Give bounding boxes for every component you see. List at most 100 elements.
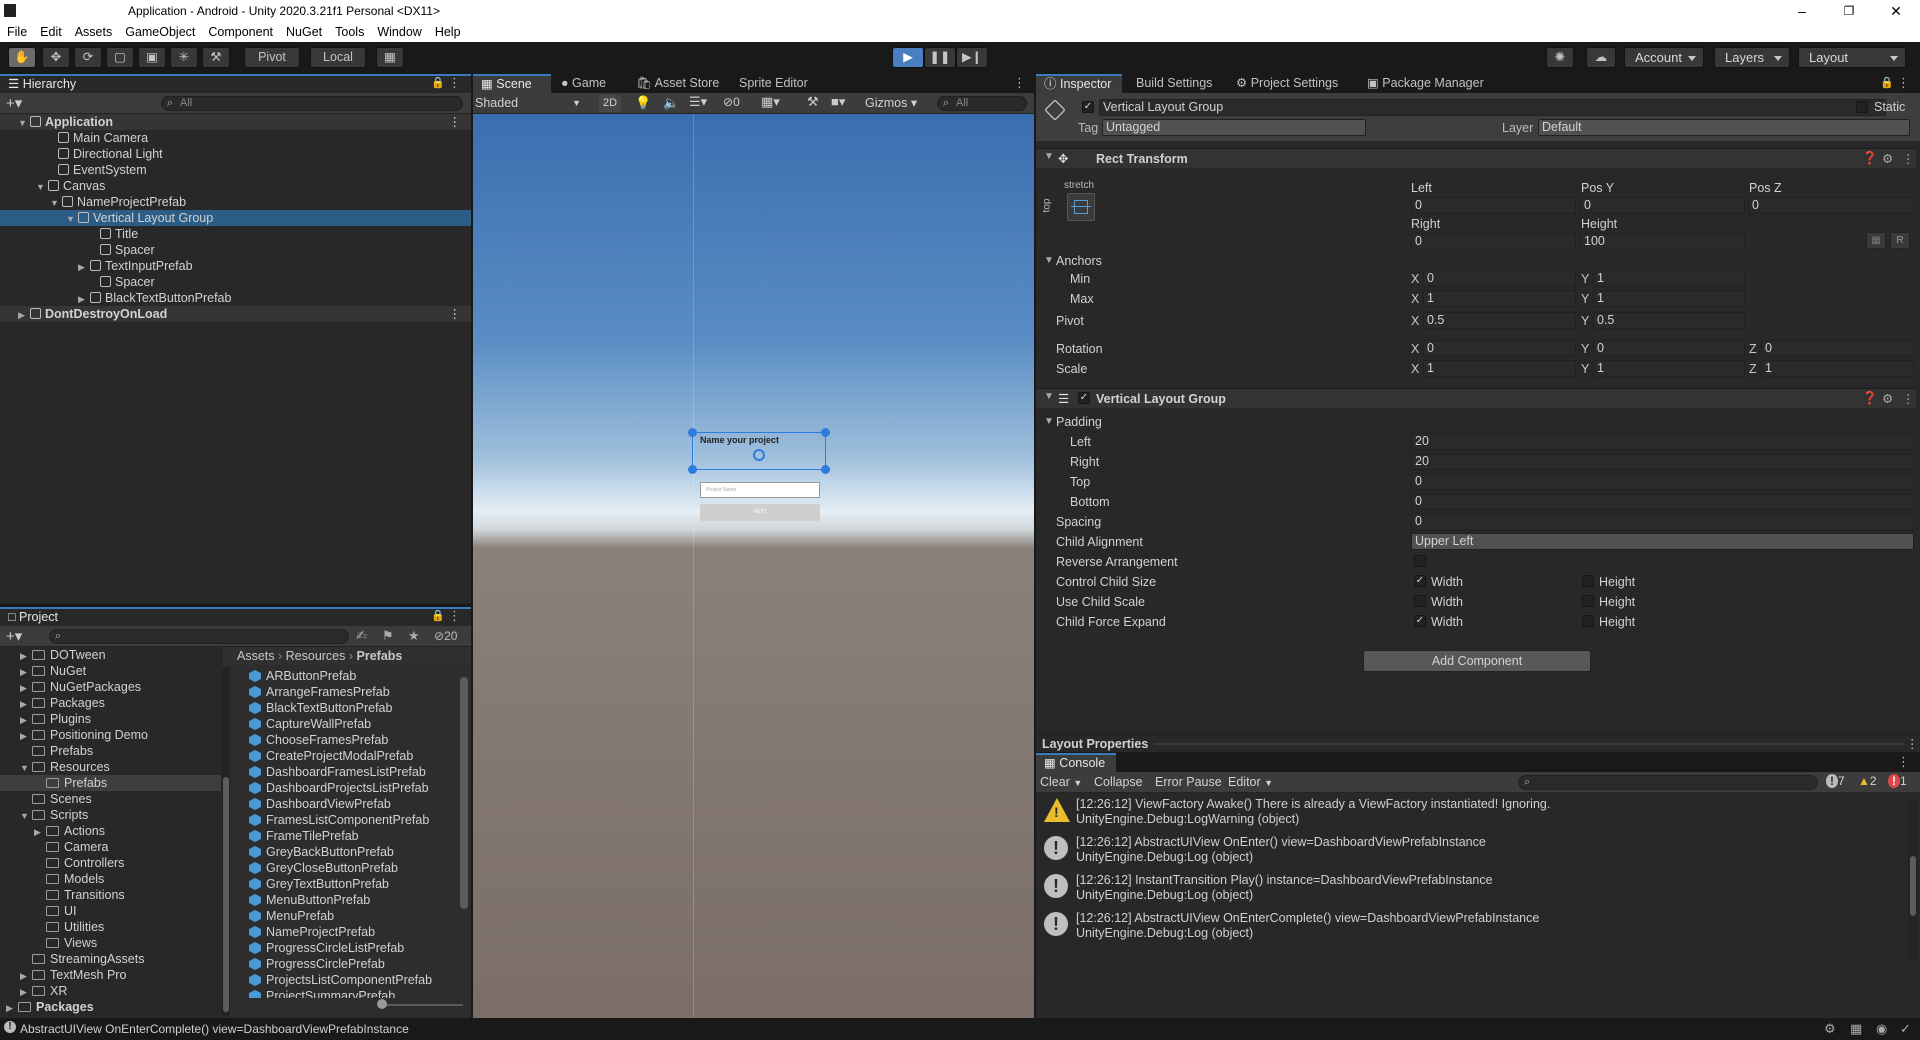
anchor-presets-button[interactable] xyxy=(1067,193,1095,221)
project-search-input[interactable] xyxy=(49,629,349,644)
vlg-enabled-checkbox[interactable]: ✓ xyxy=(1078,392,1090,404)
icon-size-slider[interactable] xyxy=(383,1004,463,1006)
padding-left-field[interactable]: 20 xyxy=(1411,433,1914,450)
expand-arrow-icon[interactable]: ▼ xyxy=(36,179,48,195)
tab-scene[interactable]: ▦ Scene xyxy=(473,74,551,93)
prefab-file-item[interactable]: DashboardViewPrefab xyxy=(249,796,391,812)
expand-arrow-icon[interactable]: ▶ xyxy=(20,696,32,712)
kebab-menu-icon[interactable]: ⋮ xyxy=(1013,75,1026,91)
prefab-file-item[interactable]: ArrangeFramesPrefab xyxy=(249,684,390,700)
prefab-file-item[interactable]: ProjectsListComponentPrefab xyxy=(249,972,432,988)
lighting-icon[interactable]: 💡 xyxy=(635,95,651,111)
pivot-x-field[interactable]: 0.5 xyxy=(1423,312,1576,329)
folder-tree-item[interactable]: ▶ DOTween xyxy=(0,647,221,663)
kebab-menu-icon[interactable]: ⋮ xyxy=(449,114,462,130)
expand-width-checkbox[interactable]: ✓ xyxy=(1414,615,1426,627)
prefab-file-item[interactable]: GreyCloseButtonPrefab xyxy=(249,860,398,876)
kebab-menu-icon[interactable]: ⋮ xyxy=(448,75,461,91)
breadcrumb-prefabs[interactable]: Prefabs xyxy=(357,649,403,663)
menu-assets[interactable]: Assets xyxy=(68,22,119,39)
lock-icon[interactable]: 🔒 xyxy=(1880,76,1894,89)
kebab-menu-icon[interactable]: ⋮ xyxy=(448,608,461,624)
expand-arrow-icon[interactable]: ▼ xyxy=(66,211,78,227)
component-menu-icon[interactable]: ⋮ xyxy=(1902,151,1915,166)
scale-y-field[interactable]: 1 xyxy=(1593,360,1745,377)
kebab-menu-icon[interactable]: ⋮ xyxy=(1897,754,1910,770)
folder-tree-item[interactable]: ▼ Resources xyxy=(0,759,221,775)
menu-gameobject[interactable]: GameObject xyxy=(118,22,201,39)
folder-tree-item[interactable]: ▶ XR xyxy=(0,983,221,999)
raw-edit-button[interactable]: R xyxy=(1890,232,1910,249)
scale-tool-icon[interactable]: ▢ xyxy=(106,47,134,68)
folder-tree-item[interactable]: ▶ NuGetPackages xyxy=(0,679,221,695)
expand-arrow-icon[interactable]: ▶ xyxy=(18,307,30,323)
tab-sprite-editor[interactable]: Sprite Editor xyxy=(731,74,816,93)
padding-label[interactable]: Padding xyxy=(1056,415,1102,429)
hierarchy-row[interactable]: Title xyxy=(0,226,471,242)
expand-arrow-icon[interactable]: ▼ xyxy=(18,115,30,131)
expand-arrow-icon[interactable]: ▼ xyxy=(20,808,32,824)
hidden-packages-toggle[interactable]: ⊘20 xyxy=(434,629,457,643)
status-message[interactable]: AbstractUIView OnEnterComplete() view=Da… xyxy=(20,1022,409,1036)
hierarchy-row[interactable]: ▶ TextInputPrefab xyxy=(0,258,471,274)
folder-tree-item[interactable]: ▶ Packages xyxy=(0,999,221,1015)
prefab-file-item[interactable]: NameProjectPrefab xyxy=(249,924,375,940)
expand-height-checkbox[interactable] xyxy=(1582,615,1594,627)
folder-tree-item[interactable]: Camera xyxy=(0,839,221,855)
hierarchy-row[interactable]: ▼ NameProjectPrefab xyxy=(0,194,471,210)
control-width-checkbox[interactable]: ✓ xyxy=(1414,575,1426,587)
snap-icon[interactable]: ▦ xyxy=(376,47,404,68)
prefab-file-item[interactable]: DashboardProjectsListPrefab xyxy=(249,780,429,796)
rect-tool-icon[interactable]: ▣ xyxy=(138,47,166,68)
tab-project-settings[interactable]: ⚙ Project Settings xyxy=(1228,74,1346,93)
component-menu-icon[interactable]: ⋮ xyxy=(1902,391,1915,406)
expand-arrow-icon[interactable]: ▶ xyxy=(78,259,90,275)
menu-component[interactable]: Component xyxy=(201,22,279,39)
play-button[interactable]: ▶ xyxy=(892,47,924,68)
vlg-header[interactable]: ▼ ☰ ✓ Vertical Layout Group ❓ ⚙ ⋮ xyxy=(1036,388,1916,408)
tab-package-manager[interactable]: ▣ Package Manager xyxy=(1359,74,1492,93)
prefab-file-item[interactable]: ProjectSummaryPrefab xyxy=(249,988,395,998)
folder-tree-item[interactable]: Scenes xyxy=(0,791,221,807)
pivot-toggle[interactable]: Pivot xyxy=(244,47,300,68)
hierarchy-row[interactable]: Spacer xyxy=(0,242,471,258)
folder-tree-item[interactable]: UI xyxy=(0,903,221,919)
anchor-handle-tl[interactable] xyxy=(688,428,697,437)
prefab-file-item[interactable]: GreyBackButtonPrefab xyxy=(249,844,394,860)
console-entry[interactable]: ! [12:26:12] AbstractUIView OnEnterComple… xyxy=(1036,910,1916,941)
create-plus-icon[interactable]: +▾ xyxy=(6,627,22,645)
debug-icon[interactable]: ⚙ xyxy=(1824,1021,1836,1037)
menu-edit[interactable]: Edit xyxy=(33,22,68,39)
hierarchy-row[interactable]: Main Camera xyxy=(0,130,471,146)
rotate-tool-icon[interactable]: ⟳ xyxy=(74,47,102,68)
error-filter-toggle[interactable]: ! 1 xyxy=(1888,774,1907,788)
effects-icon[interactable]: ☰▾ xyxy=(689,94,707,110)
filter-label-icon[interactable]: ⚑ xyxy=(382,628,394,644)
close-button[interactable]: ✕ xyxy=(1873,0,1919,22)
menu-window[interactable]: Window xyxy=(370,22,427,39)
scene-search-input[interactable]: All xyxy=(937,96,1027,111)
expand-arrow-icon[interactable]: ▶ xyxy=(78,291,90,307)
local-toggle[interactable]: Local xyxy=(310,47,366,68)
tab-asset-store[interactable]: 🛍 Asset Store xyxy=(628,74,727,93)
child-alignment-dropdown[interactable]: Upper Left xyxy=(1411,533,1914,550)
file-list-scrollbar[interactable] xyxy=(460,677,468,909)
selection-rect[interactable]: Name your project xyxy=(688,428,830,474)
anchor-max-x-field[interactable]: 1 xyxy=(1423,290,1576,307)
layout-dropdown[interactable]: Layout xyxy=(1798,47,1906,68)
cache-icon[interactable]: ▦ xyxy=(1850,1021,1862,1037)
folder-tree-item[interactable]: ▶ Positioning Demo xyxy=(0,727,221,743)
tools-icon[interactable]: ⚒ xyxy=(807,94,819,110)
scale-x-field[interactable]: 1 xyxy=(1423,360,1576,377)
sync-check-icon[interactable]: ✓ xyxy=(1900,1021,1911,1037)
console-entry[interactable]: ! [12:26:12] InstantTransition Play() ins… xyxy=(1036,872,1916,903)
rotation-y-field[interactable]: 0 xyxy=(1593,340,1745,357)
expand-arrow-icon[interactable]: ▼ xyxy=(20,760,32,776)
scale-z-field[interactable]: 1 xyxy=(1761,360,1914,377)
console-scroll-thumb[interactable] xyxy=(1910,856,1916,916)
tab-hierarchy[interactable]: ☰ Hierarchy xyxy=(0,74,471,93)
ui-next-button[interactable]: NEXT xyxy=(700,504,820,521)
favorites-icon[interactable]: ★ xyxy=(408,628,420,644)
grid-icon[interactable]: ▦▾ xyxy=(761,94,780,110)
gizmos-dropdown[interactable]: Gizmos ▾ xyxy=(865,95,917,110)
